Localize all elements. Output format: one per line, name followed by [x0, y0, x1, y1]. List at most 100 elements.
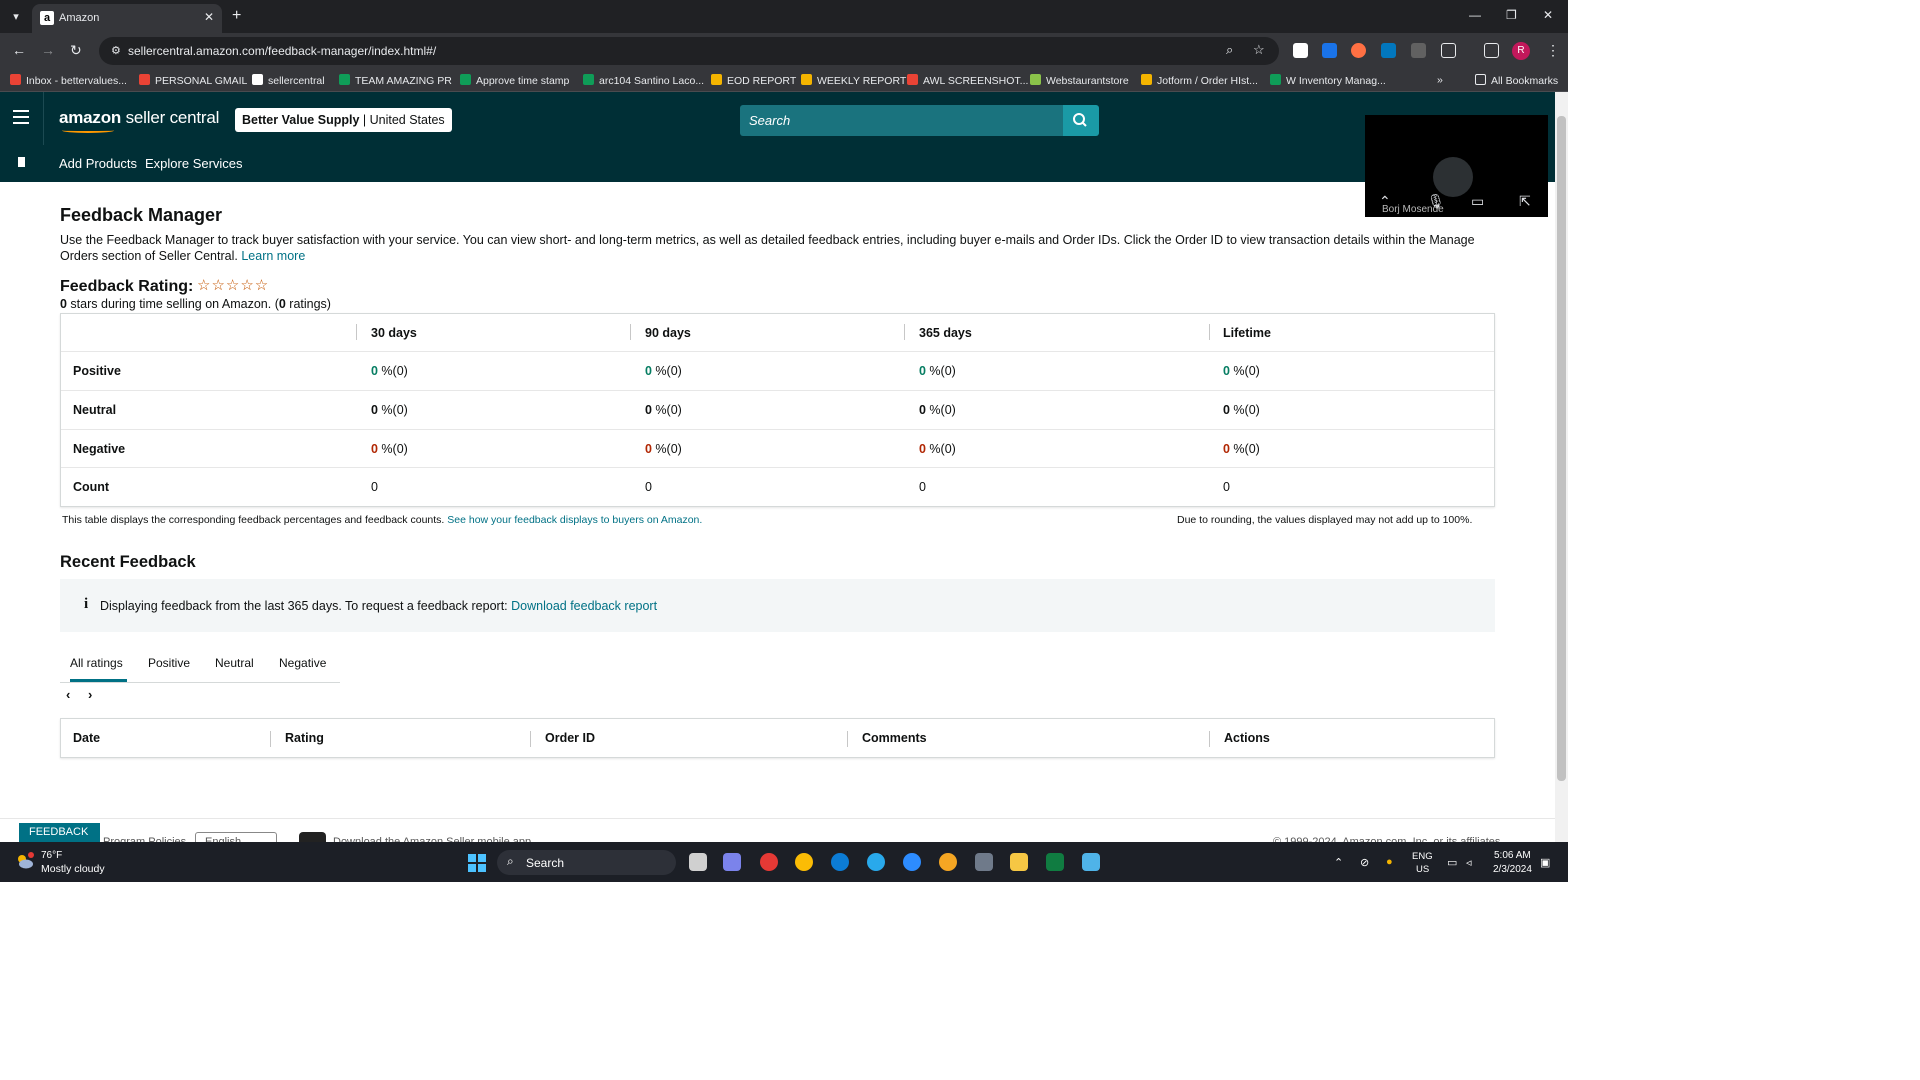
- close-window-icon[interactable]: ✕: [1543, 8, 1553, 22]
- search-input[interactable]: Search: [740, 105, 1063, 136]
- extension-3-icon[interactable]: [1351, 43, 1366, 58]
- all-bookmarks[interactable]: All Bookmarks: [1475, 74, 1558, 87]
- bookmark-item[interactable]: AWL SCREENSHOT...: [907, 74, 1028, 87]
- chrome-icon[interactable]: [760, 853, 778, 871]
- tab-positive[interactable]: Positive: [148, 656, 190, 670]
- bookmark-item[interactable]: Webstaurantstore: [1030, 74, 1129, 87]
- notepad-icon[interactable]: [1082, 853, 1100, 871]
- search-placeholder: Search: [749, 113, 791, 128]
- store-selector[interactable]: Better Value Supply | United States: [235, 108, 452, 132]
- notifications-icon[interactable]: ▣: [1540, 856, 1550, 869]
- browser-tab[interactable]: a Amazon ✕: [32, 4, 222, 33]
- zoom-icon[interactable]: ⌕: [1226, 42, 1233, 58]
- windows-start-icon[interactable]: [468, 854, 486, 872]
- seller-central-logo[interactable]: amazon seller central: [59, 108, 219, 128]
- site-info-icon[interactable]: ⚙: [111, 44, 121, 57]
- cloudy-weather-icon[interactable]: [14, 852, 34, 870]
- search-button[interactable]: [1063, 105, 1099, 136]
- camera-off-icon[interactable]: ▭: [1471, 193, 1484, 210]
- language-indicator[interactable]: ENG: [1412, 851, 1433, 862]
- header-divider: [43, 92, 44, 145]
- table-cell: 0 %(0): [645, 403, 682, 417]
- column-header[interactable]: Actions: [1224, 731, 1270, 745]
- column-header[interactable]: Rating: [285, 731, 324, 745]
- bookmark-item[interactable]: EOD REPORT: [711, 74, 796, 87]
- tray-chevron-up-icon[interactable]: ⌃: [1334, 856, 1343, 869]
- reload-icon[interactable]: ↻: [70, 42, 82, 59]
- bookmark-icon[interactable]: [18, 157, 25, 167]
- learn-more-link[interactable]: Learn more: [241, 249, 305, 263]
- row-label: Positive: [73, 364, 121, 378]
- zoom-icon[interactable]: [903, 853, 921, 871]
- bookmark-star-icon[interactable]: ☆: [1253, 42, 1265, 58]
- telegram-icon[interactable]: [867, 853, 885, 871]
- video-call-overlay[interactable]: ⌃ 🎙 ▭ ⇱ Borj Mosende: [1365, 115, 1548, 217]
- file-explorer-icon[interactable]: [1010, 853, 1028, 871]
- forward-icon[interactable]: →: [41, 42, 55, 58]
- column-header[interactable]: Order ID: [545, 731, 595, 745]
- display-icon[interactable]: ▭: [1447, 856, 1457, 869]
- bookmark-item[interactable]: sellercentral: [252, 74, 325, 87]
- column-header[interactable]: Comments: [862, 731, 927, 745]
- microphone-icon[interactable]: ●: [1386, 856, 1393, 868]
- keyboard-layout[interactable]: US: [1416, 864, 1429, 875]
- popout-icon[interactable]: ⇱: [1519, 193, 1531, 210]
- more-bookmarks-icon[interactable]: »: [1437, 74, 1443, 86]
- column-header[interactable]: Date: [73, 731, 100, 745]
- feedback-display-link[interactable]: See how your feedback displays to buyers…: [447, 514, 702, 526]
- calculator-icon[interactable]: [975, 853, 993, 871]
- restore-icon[interactable]: ❐: [1506, 8, 1517, 22]
- bookmark-item[interactable]: TEAM AMAZING PR: [339, 74, 452, 87]
- bookmark-item[interactable]: W Inventory Manag...: [1270, 74, 1386, 87]
- extension-1-icon[interactable]: [1293, 43, 1308, 58]
- side-panel-icon[interactable]: [1484, 43, 1499, 58]
- chevron-right-icon[interactable]: ›: [88, 687, 92, 702]
- add-products-link[interactable]: Add Products: [59, 156, 137, 171]
- profile-avatar[interactable]: R: [1512, 42, 1530, 60]
- bookmark-item[interactable]: Jotform / Order HIst...: [1141, 74, 1258, 87]
- tab-close-icon[interactable]: ✕: [204, 10, 214, 24]
- explore-services-link[interactable]: Explore Services: [145, 156, 243, 171]
- table-row-neutral: Neutral 0 %(0) 0 %(0) 0 %(0) 0 %(0): [61, 391, 1494, 430]
- tab-search-icon[interactable]: ▾: [6, 7, 26, 27]
- extension-2-icon[interactable]: [1322, 43, 1337, 58]
- edge-icon[interactable]: [831, 853, 849, 871]
- new-tab-icon[interactable]: +: [232, 7, 241, 25]
- taskbar-search[interactable]: ⌕ Search: [497, 850, 676, 875]
- url-text[interactable]: sellercentral.amazon.com/feedback-manage…: [128, 44, 436, 58]
- page-description: Use the Feedback Manager to track buyer …: [60, 232, 1480, 264]
- extensions-puzzle-icon[interactable]: [1441, 43, 1456, 58]
- teams-icon[interactable]: [723, 853, 741, 871]
- bookmark-item[interactable]: PERSONAL GMAIL: [139, 74, 247, 87]
- download-report-link[interactable]: Download feedback report: [511, 599, 657, 613]
- extension-4-icon[interactable]: [1381, 43, 1396, 58]
- back-icon[interactable]: ←: [12, 42, 26, 58]
- menu-kebab-icon[interactable]: ⋮: [1546, 42, 1560, 59]
- excel-icon[interactable]: [1046, 853, 1064, 871]
- bookmark-item[interactable]: Inbox - bettervalues...: [10, 74, 127, 87]
- bookmark-item[interactable]: WEEKLY REPORT: [801, 74, 906, 87]
- table-cell: 0: [919, 480, 926, 494]
- tab-all-ratings[interactable]: All ratings: [70, 656, 123, 670]
- task-view-icon[interactable]: [689, 853, 707, 871]
- clock-date[interactable]: 2/3/2024: [1493, 864, 1532, 875]
- scroll-thumb[interactable]: [1557, 116, 1566, 781]
- tab-neutral[interactable]: Neutral: [215, 656, 254, 670]
- footer-divider: [0, 818, 1555, 819]
- network-off-icon[interactable]: ⊘: [1360, 856, 1369, 869]
- tab-negative[interactable]: Negative: [279, 656, 326, 670]
- chrome-icon[interactable]: [795, 853, 813, 871]
- table-row-negative: Negative 0 %(0) 0 %(0) 0 %(0) 0 %(0): [61, 430, 1494, 468]
- chevron-left-icon[interactable]: ‹: [66, 687, 70, 702]
- extension-5-icon[interactable]: [1411, 43, 1426, 58]
- page-scrollbar[interactable]: [1555, 92, 1568, 842]
- clock-time[interactable]: 5:06 AM: [1494, 850, 1531, 861]
- minimize-icon[interactable]: —: [1469, 8, 1481, 22]
- volume-icon[interactable]: ◃: [1466, 856, 1472, 869]
- bookmark-item[interactable]: Approve time stamp: [460, 74, 569, 87]
- hamburger-menu-icon[interactable]: [13, 110, 29, 124]
- app-icon[interactable]: [939, 853, 957, 871]
- address-bar[interactable]: ⚙ sellercentral.amazon.com/feedback-mana…: [99, 37, 1279, 65]
- bookmark-item[interactable]: arc104 Santino Laco...: [583, 74, 704, 87]
- feedback-button[interactable]: FEEDBACK ✕: [19, 823, 100, 857]
